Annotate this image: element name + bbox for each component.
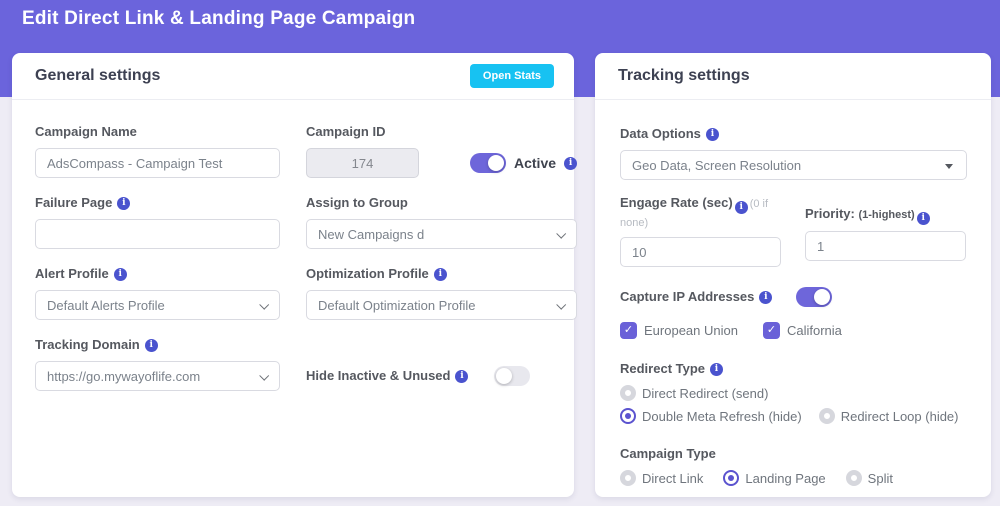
radio-selected-icon — [620, 408, 636, 424]
capture-ip-field: Capture IP Addresses — [620, 287, 967, 307]
radio-selected-icon — [723, 470, 740, 486]
tracking-domain-field: Tracking Domain https://go.mywayoflife.c… — [35, 337, 280, 391]
active-info-icon[interactable] — [564, 156, 578, 170]
optimization-profile-value: Default Optimization Profile — [318, 297, 476, 313]
capture-ip-label: Capture IP Addresses — [620, 289, 755, 304]
tracking-settings-title: Tracking settings — [618, 67, 750, 84]
priority-field: Priority: (1-highest) — [805, 195, 966, 267]
radio-icon — [845, 470, 862, 486]
campaign-id-label: Campaign ID — [306, 124, 386, 139]
toggle-knob — [488, 155, 504, 171]
priority-label: Priority: — [805, 206, 855, 221]
active-toggle-label: Active — [514, 155, 557, 171]
alert-profile-info-icon[interactable] — [113, 267, 127, 281]
chevron-down-icon — [259, 299, 270, 310]
hide-inactive-info-icon[interactable] — [455, 369, 469, 383]
optimization-profile-label: Optimization Profile — [306, 266, 429, 281]
checkbox-label: California — [786, 323, 842, 338]
assign-to-group-label: Assign to Group — [306, 195, 408, 210]
hide-inactive-field: Hide Inactive & Unused — [306, 337, 577, 391]
checkbox-checked-icon — [620, 322, 637, 339]
campaign-id-input — [306, 148, 419, 178]
tracking-domain-info-icon[interactable] — [144, 338, 158, 352]
radio-direct-link[interactable]: Direct Link — [620, 470, 703, 486]
radio-icon — [818, 408, 835, 424]
radio-redirect-loop[interactable]: Redirect Loop (hide) — [818, 408, 959, 424]
general-settings-header: General settings Open Stats — [12, 53, 574, 100]
assign-to-group-field: Assign to Group New Campaigns d — [306, 195, 578, 249]
alert-profile-value: Default Alerts Profile — [47, 297, 165, 313]
general-settings-title: General settings — [35, 67, 161, 84]
priority-hint: (1-highest) — [858, 209, 915, 221]
tracking-settings-card: Tracking settings Data Options Geo Data,… — [595, 53, 991, 497]
tracking-domain-value: https://go.mywayoflife.com — [47, 368, 201, 384]
chevron-down-icon — [556, 228, 567, 239]
radio-double-meta-refresh[interactable]: Double Meta Refresh (hide) — [620, 408, 802, 424]
chevron-down-icon — [259, 370, 270, 381]
radio-icon — [620, 470, 636, 486]
tracking-domain-select[interactable]: https://go.mywayoflife.com — [35, 361, 280, 391]
active-toggle[interactable] — [470, 153, 506, 173]
capture-ip-toggle[interactable] — [796, 287, 833, 307]
data-options-info-icon[interactable] — [705, 127, 719, 141]
engage-rate-label: Engage Rate (sec) — [620, 195, 733, 210]
campaign-name-field: Campaign Name — [35, 124, 280, 178]
tracking-settings-header: Tracking settings — [595, 53, 991, 100]
optimization-profile-select[interactable]: Default Optimization Profile — [306, 290, 578, 320]
checkbox-california[interactable]: California — [762, 322, 842, 339]
alert-profile-select[interactable]: Default Alerts Profile — [35, 290, 280, 320]
campaign-type-group: Direct Link Landing Page Split — [620, 470, 967, 486]
redirect-type-label: Redirect Type — [620, 361, 706, 376]
checkbox-european-union[interactable]: European Union — [620, 322, 738, 339]
priority-info-icon[interactable] — [916, 212, 930, 225]
failure-page-label: Failure Page — [35, 195, 113, 210]
redirect-type-info-icon[interactable] — [710, 362, 724, 376]
radio-direct-redirect[interactable]: Direct Redirect (send) — [620, 385, 768, 401]
radio-icon — [620, 385, 636, 401]
radio-landing-page[interactable]: Landing Page — [723, 470, 826, 486]
data-options-select[interactable]: Geo Data, Screen Resolution — [620, 150, 967, 180]
assign-to-group-value: New Campaigns d — [318, 226, 425, 242]
optimization-profile-info-icon[interactable] — [433, 267, 447, 281]
data-options-field: Data Options Geo Data, Screen Resolution — [620, 126, 967, 180]
toggle-knob — [814, 289, 831, 305]
failure-page-field: Failure Page — [35, 195, 280, 249]
alert-profile-field: Alert Profile Default Alerts Profile — [35, 266, 280, 320]
campaign-type-label: Campaign Type — [620, 446, 716, 461]
capture-ip-info-icon[interactable] — [759, 290, 773, 304]
campaign-id-field: Campaign ID Active — [306, 124, 578, 178]
data-options-value: Geo Data, Screen Resolution — [632, 157, 802, 173]
hide-inactive-toggle[interactable] — [494, 366, 531, 386]
priority-input[interactable] — [805, 231, 966, 261]
engage-rate-input[interactable] — [620, 237, 781, 267]
hide-inactive-label: Hide Inactive & Unused — [306, 368, 451, 383]
engage-rate-info-icon[interactable] — [734, 201, 748, 214]
failure-page-input[interactable] — [35, 219, 280, 249]
engage-rate-field: Engage Rate (sec)(0 if none) — [620, 195, 781, 267]
checkbox-checked-icon — [762, 322, 780, 339]
page-title: Edit Direct Link & Landing Page Campaign — [22, 8, 416, 29]
campaign-name-input[interactable] — [35, 148, 280, 178]
chevron-down-icon — [556, 299, 567, 310]
alert-profile-label: Alert Profile — [35, 266, 109, 281]
open-stats-button[interactable]: Open Stats — [469, 64, 554, 88]
failure-page-info-icon[interactable] — [117, 196, 131, 210]
radio-split[interactable]: Split — [845, 470, 893, 486]
checkbox-label: European Union — [644, 323, 738, 338]
caret-down-icon — [945, 164, 953, 169]
optimization-profile-field: Optimization Profile Default Optimizatio… — [306, 266, 578, 320]
tracking-domain-label: Tracking Domain — [35, 337, 140, 352]
assign-to-group-select[interactable]: New Campaigns d — [306, 219, 578, 249]
data-options-label: Data Options — [620, 126, 701, 141]
campaign-name-label: Campaign Name — [35, 124, 137, 139]
general-settings-card: General settings Open Stats Campaign Nam… — [12, 53, 578, 497]
toggle-knob — [496, 368, 513, 384]
redirect-type-group: Direct Redirect (send) Double Meta Refre… — [620, 385, 967, 424]
